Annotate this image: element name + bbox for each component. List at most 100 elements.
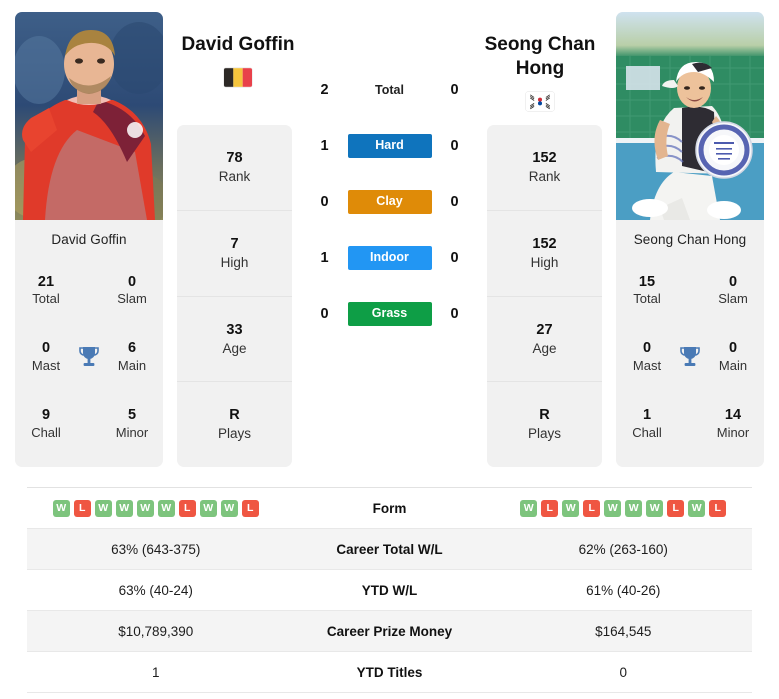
form-badge-win: W: [625, 499, 643, 517]
form-badge-win: W: [94, 499, 112, 517]
titles-chall-value-right: 1: [642, 407, 652, 424]
stat-rank-label-right: Rank: [528, 169, 561, 185]
stat-age-label-right: Age: [532, 340, 557, 356]
form-badge-win: W: [604, 499, 622, 517]
stat-high-value-right: 152: [532, 235, 557, 252]
titles-minor-value-left: 5: [127, 407, 137, 424]
h2h-row-grass: 0 Grass 0: [292, 286, 487, 342]
trophy-icon: [672, 345, 708, 369]
titles-slam-label-right: Slam: [718, 291, 748, 307]
titles-slam-left: 0 Slam: [107, 273, 157, 308]
player-photo-caption-right: Seong Chan Hong: [633, 232, 747, 247]
stat-age-value-left: 33: [226, 321, 243, 338]
stat-rank-right: 152 Rank: [487, 125, 602, 210]
titles-main-right: 0 Main: [708, 339, 758, 374]
surface-badge-grass[interactable]: Grass: [347, 301, 432, 327]
form-badge-win: W: [220, 499, 238, 517]
titles-total-value-right: 15: [638, 273, 656, 290]
table-label-career-total-wl: Career Total W/L: [336, 541, 443, 557]
player-card-right[interactable]: Seong Chan Hong 15 Total 0 Slam 0 Mast 0…: [616, 12, 764, 467]
table-label-ytd-titles: YTD Titles: [356, 664, 423, 680]
form-badge-win: W: [136, 499, 154, 517]
titles-slam-label-left: Slam: [117, 291, 147, 307]
form-badge-win: W: [646, 499, 664, 517]
titles-chall-left: 9 Chall: [21, 406, 71, 441]
titles-minor-value-right: 14: [724, 407, 742, 424]
stat-high-right: 152 High: [487, 209, 602, 296]
form-badge-win: W: [52, 499, 70, 517]
stat-card-right: 152 Rank 152 High 27 Age R Plays: [487, 125, 602, 467]
stat-plays-right: R Plays: [487, 381, 602, 467]
titles-chall-label-right: Chall: [632, 424, 662, 440]
table-label-form: Form: [372, 500, 407, 516]
comparison-table: WLWWWWLWWL Form WLWLWWWLWL 63% (643-375)…: [27, 487, 752, 693]
titles-mast-value-left: 0: [41, 340, 51, 357]
form-badge-loss: L: [73, 499, 91, 517]
stat-age-value-right: 27: [536, 321, 553, 338]
titles-minor-left: 5 Minor: [107, 406, 157, 441]
form-badge-loss: L: [541, 499, 559, 517]
form-badge-win: W: [562, 499, 580, 517]
titles-mast-value-right: 0: [642, 340, 652, 357]
form-badge-loss: L: [667, 499, 685, 517]
form-badge-win: W: [199, 499, 217, 517]
stat-card-left: 78 Rank 7 High 33 Age R Plays: [177, 125, 292, 467]
titles-total-value-left: 21: [37, 273, 55, 290]
titles-total-label-left: Total: [32, 291, 60, 307]
table-label-career-prize-money: Career Prize Money: [326, 623, 453, 639]
h2h-left-score-indoor: 1: [320, 250, 329, 266]
player-comparison-page: David Goffin 21 Total 0 Slam 0 Mast 6 Ma…: [0, 0, 779, 699]
titles-main-label-right: Main: [718, 357, 748, 373]
titles-main-left: 6 Main: [107, 339, 157, 374]
titles-mast-label-right: Mast: [632, 357, 662, 373]
titles-mast-left: 0 Mast: [21, 339, 71, 374]
ytd-wl-right: 61% (40-26): [586, 582, 661, 598]
form-strip-left: WLWWWWLWWL: [27, 499, 285, 517]
h2h-label-indoor: Indoor: [347, 245, 432, 271]
table-row-ytd-titles: 1 YTD Titles 0: [27, 652, 752, 693]
head-to-head-column: 2 Total 0 1 Hard 0 0 Clay 0 1 Indoor 0 0…: [292, 12, 487, 475]
h2h-label-clay: Clay: [347, 189, 432, 215]
player-card-left[interactable]: David Goffin 21 Total 0 Slam 0 Mast 6 Ma…: [15, 12, 163, 467]
form-badge-loss: L: [178, 499, 196, 517]
form-left: WLWWWWLWWL: [27, 499, 285, 517]
surface-badge-clay[interactable]: Clay: [347, 189, 432, 215]
titles-main-value-right: 0: [728, 340, 738, 357]
ytd-titles-left: 1: [151, 664, 160, 680]
h2h-total-text: Total: [375, 83, 404, 97]
surface-badge-hard[interactable]: Hard: [347, 133, 432, 159]
surface-badge-indoor[interactable]: Indoor: [347, 245, 432, 271]
h2h-left-score-clay: 0: [320, 194, 329, 210]
table-row-form: WLWWWWLWWL Form WLWLWWWLWL: [27, 488, 752, 529]
titles-chall-value-left: 9: [41, 407, 51, 424]
player-photo-right: [616, 12, 764, 220]
form-right: WLWLWWWLWL: [495, 499, 753, 517]
stat-age-left: 33 Age: [177, 295, 292, 382]
titles-grid-left: 21 Total 0 Slam 0 Mast 6 Main 9 Chall 5 …: [15, 257, 163, 467]
form-badge-win: W: [520, 499, 538, 517]
career-prize-money-left: $10,789,390: [118, 623, 194, 639]
h2h-left-score-grass: 0: [320, 306, 329, 322]
form-badge-loss: L: [241, 499, 259, 517]
titles-slam-value-left: 0: [127, 273, 137, 290]
h2h-label-total: Total: [348, 81, 432, 99]
stat-plays-label-left: Plays: [217, 426, 251, 442]
stat-rank-label-left: Rank: [218, 169, 251, 185]
trophy-icon: [71, 345, 107, 369]
comparison-header: David Goffin 21 Total 0 Slam 0 Mast 6 Ma…: [0, 0, 779, 475]
titles-mast-right: 0 Mast: [622, 339, 672, 374]
h2h-right-score-grass: 0: [450, 306, 459, 322]
titles-minor-label-left: Minor: [115, 424, 149, 440]
form-badge-loss: L: [583, 499, 601, 517]
titles-slam-right: 0 Slam: [708, 273, 758, 308]
table-row-career-total-wl: 63% (643-375) Career Total W/L 62% (263-…: [27, 529, 752, 570]
player-photo-caption-left: David Goffin: [51, 232, 127, 247]
ytd-wl-left: 63% (40-24): [118, 582, 193, 598]
career-prize-money-right: $164,545: [595, 623, 652, 639]
titles-total-label-right: Total: [633, 291, 661, 307]
titles-total-left: 21 Total: [21, 273, 71, 308]
stat-rank-value-left: 78: [226, 150, 243, 167]
h2h-right-score-hard: 0: [450, 138, 459, 154]
titles-main-label-left: Main: [117, 357, 147, 373]
stat-rank-left: 78 Rank: [177, 125, 292, 210]
